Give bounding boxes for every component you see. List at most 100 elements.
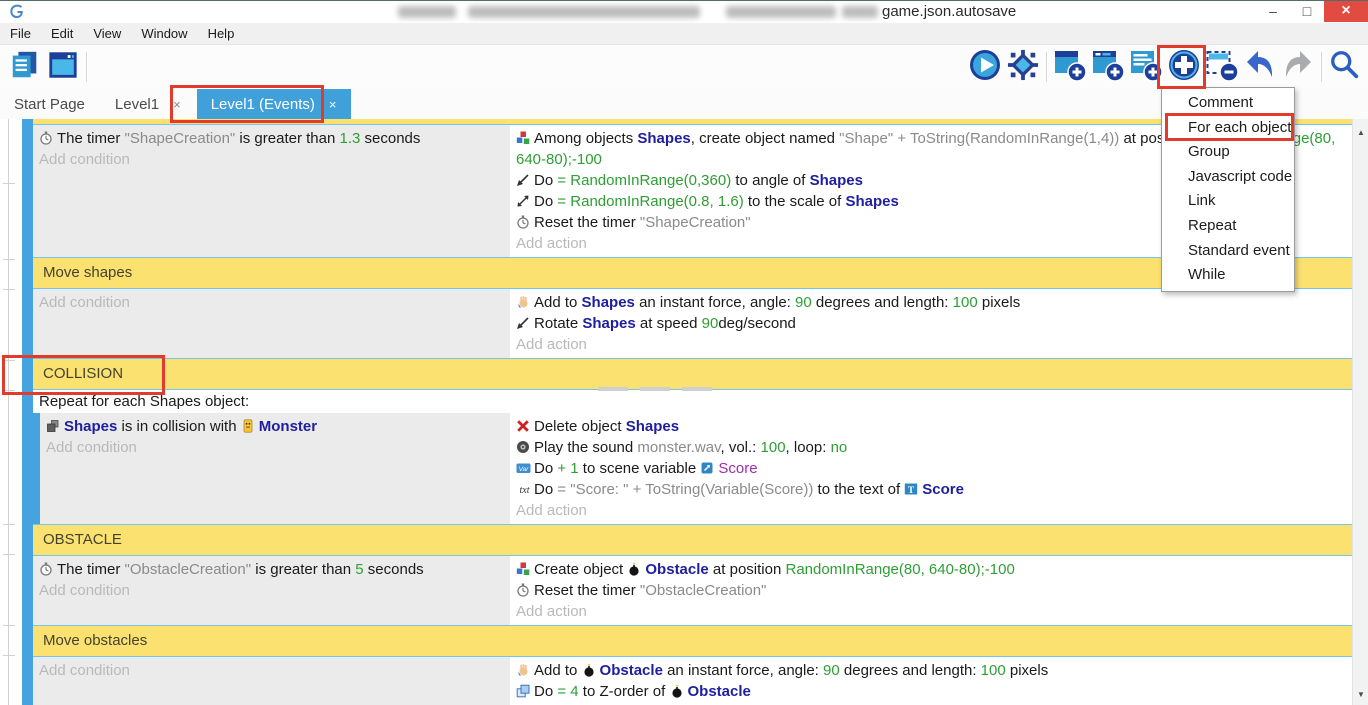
- menubar-item-file[interactable]: File: [0, 23, 41, 45]
- event-selection-bar[interactable]: [22, 359, 33, 389]
- preview-play-button[interactable]: [966, 48, 1004, 86]
- action-line[interactable]: VarDo + 1 to scene variable Score: [516, 458, 1344, 479]
- menubar-item-help[interactable]: Help: [198, 23, 245, 45]
- event-selection-bar[interactable]: [22, 389, 33, 525]
- add-condition-button[interactable]: Add condition: [39, 149, 502, 170]
- comment-block: OBSTACLE: [0, 525, 1352, 555]
- expression: 100: [761, 439, 786, 456]
- scene-editor-window-button[interactable]: [44, 48, 82, 86]
- add-condition-button[interactable]: Add condition: [39, 660, 502, 681]
- menu-item-group[interactable]: Group: [1162, 140, 1294, 165]
- comment-banner[interactable]: Move shapes: [33, 258, 1352, 288]
- event-selection-bar[interactable]: [22, 124, 33, 258]
- comment-banner[interactable]: OBSTACLE: [33, 525, 1352, 555]
- add-other-event-button[interactable]: [1165, 48, 1203, 86]
- undo-button[interactable]: [1241, 48, 1279, 86]
- menu-item-for-each-object[interactable]: For each object: [1162, 116, 1294, 141]
- menubar-item-edit[interactable]: Edit: [41, 23, 83, 45]
- debugger-button[interactable]: [1004, 48, 1042, 86]
- event-body: The timer "ObstacleCreation" is greater …: [33, 555, 1352, 626]
- toolbar: [0, 45, 1368, 89]
- text-segment: to scene variable: [579, 460, 701, 477]
- add-subevent-button[interactable]: [1089, 48, 1127, 86]
- action-line[interactable]: Delete object Shapes: [516, 416, 1344, 437]
- menu-item-standard-event[interactable]: Standard event: [1162, 239, 1294, 264]
- subevent-selection-bar[interactable]: [33, 413, 40, 524]
- object-name: Monster: [259, 418, 317, 435]
- project-manager-button[interactable]: [6, 48, 44, 86]
- scroll-down-arrow-icon[interactable]: ▼: [1353, 687, 1368, 703]
- menu-item-comment[interactable]: Comment: [1162, 91, 1294, 116]
- tab-start-page[interactable]: Start Page: [0, 89, 99, 119]
- window-title: game.json.autosave: [882, 3, 1016, 20]
- remove-event-icon: [1205, 48, 1239, 86]
- scroll-up-arrow-icon[interactable]: ▲: [1353, 125, 1368, 141]
- object-name: Shapes: [582, 294, 635, 311]
- tab-level1-events-[interactable]: Level1 (Events)×: [197, 89, 351, 119]
- action-line[interactable]: Do = 4 to Z-order of Obstacle: [516, 681, 1344, 702]
- close-button[interactable]: ×: [1324, 1, 1368, 22]
- action-line[interactable]: Add to Shapes an instant force, angle: 9…: [516, 292, 1344, 313]
- text-segment: to Z-order of: [579, 683, 670, 700]
- tab-close-icon[interactable]: ×: [173, 97, 181, 112]
- add-action-button[interactable]: Add action: [516, 601, 1344, 622]
- event-selection-bar[interactable]: [22, 525, 33, 555]
- add-condition-button[interactable]: Add condition: [39, 580, 502, 601]
- add-event-button[interactable]: [1051, 48, 1089, 86]
- add-condition-button[interactable]: Add condition: [46, 437, 502, 458]
- comment-block: Move shapes: [0, 258, 1352, 288]
- object-name: Shapes: [64, 418, 117, 435]
- redo-button[interactable]: [1279, 48, 1317, 86]
- create-object-icon: [516, 131, 530, 145]
- add-action-button[interactable]: Add action: [516, 500, 1344, 521]
- conditions-column: The timer "ObstacleCreation" is greater …: [33, 556, 510, 625]
- svg-text:txt: txt: [520, 485, 530, 496]
- add-other-event-icon: [1167, 48, 1201, 86]
- action-line[interactable]: Play the sound monster.wav, vol.: 100, l…: [516, 437, 1344, 458]
- condition-line[interactable]: Shapes is in collision with Monster: [46, 416, 502, 437]
- menu-item-while[interactable]: While: [1162, 263, 1294, 288]
- event-selection-bar[interactable]: [22, 258, 33, 288]
- expression: 100: [953, 294, 978, 311]
- add-comment-button[interactable]: [1127, 48, 1165, 86]
- gdevelop-window: game.json.autosave – □ × FileEditViewWin…: [0, 0, 1368, 705]
- event-selection-bar[interactable]: [22, 288, 33, 359]
- tab-close-icon[interactable]: ×: [329, 97, 337, 112]
- action-line[interactable]: Add to Obstacle an instant force, angle:…: [516, 660, 1344, 681]
- action-line[interactable]: Reset the timer "ObstacleCreation": [516, 580, 1344, 601]
- menu-item-link[interactable]: Link: [1162, 189, 1294, 214]
- maximize-button[interactable]: □: [1290, 1, 1324, 22]
- create-object-icon: [516, 562, 530, 576]
- event-selection-bar[interactable]: [22, 626, 33, 656]
- add-action-button[interactable]: Add action: [516, 334, 1344, 355]
- vertical-scrollbar[interactable]: ▲ ▼: [1352, 119, 1368, 705]
- remove-event-button[interactable]: [1203, 48, 1241, 86]
- condition-line[interactable]: The timer "ShapeCreation" is greater tha…: [39, 128, 502, 149]
- scale-icon: [516, 194, 530, 208]
- comment-banner[interactable]: COLLISION: [33, 359, 1352, 389]
- action-line[interactable]: txtDo = "Score: " + ToString(Variable(Sc…: [516, 479, 1344, 500]
- preview-play-icon: [968, 48, 1002, 86]
- text-segment: Play the sound: [534, 439, 637, 456]
- foreach-header[interactable]: Repeat for each Shapes object:: [33, 389, 1352, 413]
- event-drag-handles[interactable]: [598, 387, 712, 391]
- condition-line[interactable]: The timer "ObstacleCreation" is greater …: [39, 559, 502, 580]
- actions-column: Delete object ShapesPlay the sound monst…: [510, 413, 1352, 524]
- add-condition-button[interactable]: Add condition: [39, 292, 502, 313]
- event-selection-bar[interactable]: [22, 656, 33, 705]
- menubar-item-window[interactable]: Window: [131, 23, 197, 45]
- text-segment: Rotate: [534, 315, 582, 332]
- search-button[interactable]: [1326, 48, 1364, 86]
- event-selection-bar[interactable]: [22, 555, 33, 626]
- action-line[interactable]: Rotate Shapes at speed 90deg/second: [516, 313, 1344, 334]
- tab-level1[interactable]: Level1×: [101, 89, 195, 119]
- menu-item-javascript-code[interactable]: Javascript code: [1162, 165, 1294, 190]
- gutter-tick: [3, 259, 15, 260]
- svg-text:T: T: [908, 486, 915, 496]
- minimize-button[interactable]: –: [1256, 1, 1290, 22]
- menu-item-repeat[interactable]: Repeat: [1162, 214, 1294, 239]
- menubar-item-view[interactable]: View: [83, 23, 131, 45]
- text-segment: Among objects: [534, 130, 637, 147]
- comment-banner[interactable]: Move obstacles: [33, 626, 1352, 656]
- action-line[interactable]: Create object Obstacle at position Rando…: [516, 559, 1344, 580]
